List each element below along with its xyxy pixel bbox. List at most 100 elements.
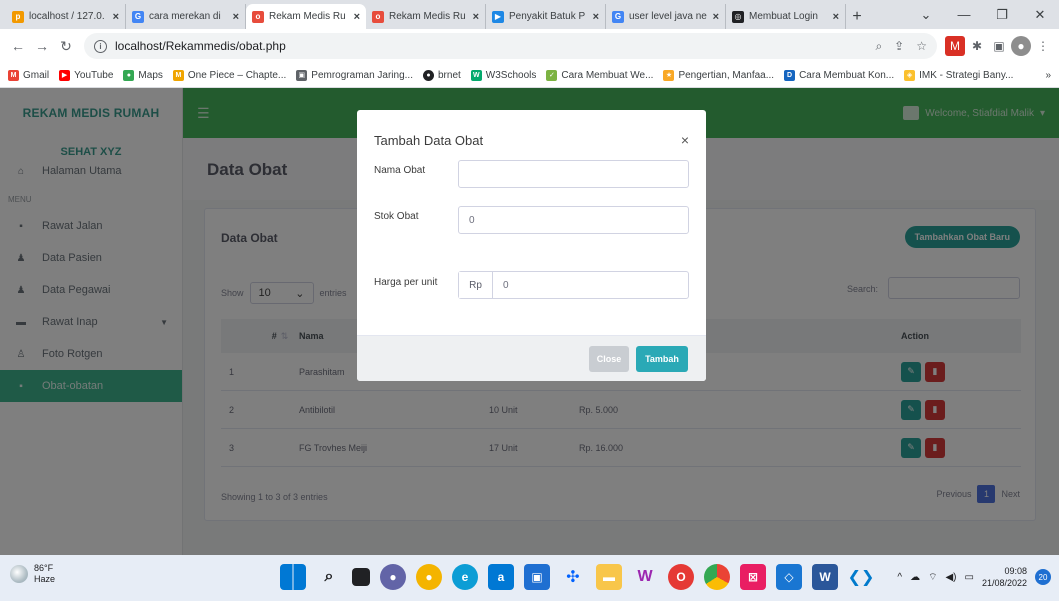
- site-info-icon[interactable]: i: [94, 39, 107, 53]
- menu-kebab-icon[interactable]: ⋮: [1033, 36, 1053, 56]
- restore-icon[interactable]: ❐: [983, 0, 1021, 29]
- file-explorer-icon[interactable]: ▬: [596, 564, 622, 590]
- currency-prefix: Rp: [459, 272, 493, 298]
- bookmark-brnet[interactable]: ● brnet: [423, 69, 461, 81]
- browser-icon[interactable]: ●: [416, 564, 442, 590]
- vpn-icon[interactable]: ◇: [776, 564, 802, 590]
- bookmark-gmail[interactable]: M Gmail: [8, 69, 49, 81]
- add-medicine-modal: Tambah Data Obat × Nama Obat Stok Obat 0…: [357, 110, 706, 381]
- bookmark-pemrograman[interactable]: ▣ Pemrograman Jaring...: [296, 69, 413, 81]
- taskbar-apps: ⌕ ● ● e a ▣ ✣ ▬ W O ⊠ ◇ W ❮❯: [280, 564, 874, 590]
- windows-taskbar: 86°F Haze ⌕ ● ● e a ▣ ✣ ▬ W O ⊠ ◇ W ❮❯ ^…: [0, 555, 1059, 601]
- url-input[interactable]: i localhost/Rekammedis/obat.php ⌕ ⇪ ☆: [84, 33, 937, 59]
- share-icon[interactable]: ⇪: [894, 39, 904, 54]
- browser-tab-6[interactable]: G user level java ne ×: [606, 4, 726, 29]
- window-controls: ⌄ — ❐ ✕: [907, 0, 1059, 29]
- profile-avatar-icon[interactable]: ●: [1011, 36, 1031, 56]
- weather-condition: Haze: [34, 574, 56, 584]
- battery-icon[interactable]: ▭: [965, 572, 974, 583]
- browser-tab-7[interactable]: ◎ Membuat Login ×: [726, 4, 846, 29]
- bookmark-cara-membuat-kon[interactable]: D Cara Membuat Kon...: [784, 69, 894, 81]
- bookmark-star-icon[interactable]: ☆: [916, 39, 927, 54]
- browser-tab-2[interactable]: G cara merekan di ×: [126, 4, 246, 29]
- reload-icon[interactable]: ↻: [54, 34, 78, 58]
- bookmark-cara-membuat-we[interactable]: ✓ Cara Membuat We...: [546, 69, 653, 81]
- cloud-icon[interactable]: ☁: [910, 572, 920, 583]
- tab-close-icon[interactable]: ×: [713, 11, 719, 23]
- favicon-icon: G: [132, 10, 144, 23]
- favicon-icon: G: [612, 10, 624, 23]
- dropbox-icon[interactable]: ✣: [560, 564, 586, 590]
- puzzle-extensions-icon[interactable]: ✱: [967, 36, 987, 56]
- clock[interactable]: 09:08 21/08/2022: [982, 565, 1027, 589]
- tray-chevron-up-icon[interactable]: ^: [897, 572, 902, 583]
- tab-label: cara merekan di: [149, 11, 221, 22]
- tab-close-icon[interactable]: ×: [593, 11, 599, 23]
- bookmark-one-piece[interactable]: M One Piece – Chapte...: [172, 69, 286, 81]
- tab-close-icon[interactable]: ×: [833, 11, 839, 23]
- tab-close-icon[interactable]: ×: [233, 11, 239, 23]
- medicine-name-input[interactable]: [458, 160, 689, 188]
- close-window-icon[interactable]: ✕: [1021, 0, 1059, 29]
- minimize-icon[interactable]: —: [945, 0, 983, 29]
- system-tray: ^ ☁ ⌔ ◀) ▭ 09:08 21/08/2022 20: [897, 565, 1051, 589]
- temperature: 86°F: [34, 563, 54, 573]
- bookmarks-overflow-icon[interactable]: »: [1045, 70, 1051, 81]
- meet-icon[interactable]: ●: [380, 564, 406, 590]
- search-icon[interactable]: ⌕: [316, 564, 342, 590]
- modal-footer: Close Tambah: [357, 335, 706, 381]
- close-button[interactable]: Close: [589, 346, 629, 372]
- extension-icon[interactable]: M: [945, 36, 965, 56]
- tab-label: user level java ne: [629, 11, 707, 22]
- maps-pin-icon: ●: [123, 69, 135, 81]
- favicon-icon: ◎: [732, 10, 744, 23]
- tab-close-icon[interactable]: ×: [113, 11, 119, 23]
- price-input[interactable]: Rp 0: [458, 271, 689, 299]
- browser-tab-3-active[interactable]: o Rekam Medis Ru ×: [246, 4, 366, 29]
- browser-tab-1[interactable]: p localhost / 127.0. ×: [6, 4, 126, 29]
- haze-weather-icon: [10, 565, 28, 583]
- close-icon[interactable]: ×: [681, 132, 689, 148]
- date: 21/08/2022: [981, 578, 1027, 588]
- zoom-search-icon[interactable]: ⌕: [875, 39, 882, 54]
- back-arrow-icon[interactable]: ←: [6, 34, 30, 58]
- browser-tab-4[interactable]: o Rekam Medis Ru ×: [366, 4, 486, 29]
- volume-icon[interactable]: ◀): [945, 572, 956, 583]
- tab-label: Rekam Medis Ru: [269, 11, 346, 22]
- modal-title: Tambah Data Obat: [374, 133, 484, 148]
- tab-close-icon[interactable]: ×: [354, 11, 360, 23]
- brnet-icon: ●: [423, 69, 434, 81]
- forward-arrow-icon[interactable]: →: [30, 34, 54, 58]
- stock-input[interactable]: 0: [458, 206, 689, 234]
- wifi-icon[interactable]: ⌔: [928, 571, 937, 584]
- opera-icon[interactable]: O: [668, 564, 694, 590]
- browser-tab-5[interactable]: ▶ Penyakit Batuk P ×: [486, 4, 606, 29]
- vscode-icon[interactable]: ❮❯: [848, 564, 875, 590]
- store-icon[interactable]: ▣: [524, 564, 550, 590]
- tab-search-chevron-icon[interactable]: ⌄: [907, 0, 945, 29]
- bookmark-imk[interactable]: ◈ IMK - Strategi Bany...: [904, 69, 1013, 81]
- bookmark-pengertian[interactable]: ★ Pengertian, Manfaa...: [663, 69, 774, 81]
- new-tab-plus-icon[interactable]: +: [846, 4, 868, 29]
- windows-start-icon[interactable]: [280, 564, 306, 590]
- bookmark-youtube[interactable]: ▶ YouTube: [59, 69, 113, 81]
- chrome-icon[interactable]: [704, 564, 730, 590]
- bookmark-maps[interactable]: ● Maps: [123, 69, 163, 81]
- submit-button[interactable]: Tambah: [636, 346, 688, 372]
- edge-icon[interactable]: e: [452, 564, 478, 590]
- side-panel-icon[interactable]: ▣: [989, 36, 1009, 56]
- youtube-icon: ▶: [59, 69, 71, 81]
- store-a-icon[interactable]: a: [488, 564, 514, 590]
- favicon-icon: o: [372, 10, 384, 23]
- bookmarks-bar: M Gmail ▶ YouTube ● Maps M One Piece – Chapt…: [0, 63, 1059, 88]
- winrar-icon[interactable]: W: [632, 564, 658, 590]
- bookmark-w3schools[interactable]: W W3Schools: [470, 69, 536, 81]
- weather-widget[interactable]: 86°F Haze: [10, 563, 55, 585]
- favicon-icon: o: [252, 10, 264, 23]
- tab-label: Membuat Login: [749, 11, 818, 22]
- tab-close-icon[interactable]: ×: [473, 11, 479, 23]
- notifications-badge[interactable]: 20: [1035, 569, 1051, 585]
- task-view-icon[interactable]: [352, 568, 370, 586]
- word-icon[interactable]: W: [812, 564, 838, 590]
- app-icon[interactable]: ⊠: [740, 564, 766, 590]
